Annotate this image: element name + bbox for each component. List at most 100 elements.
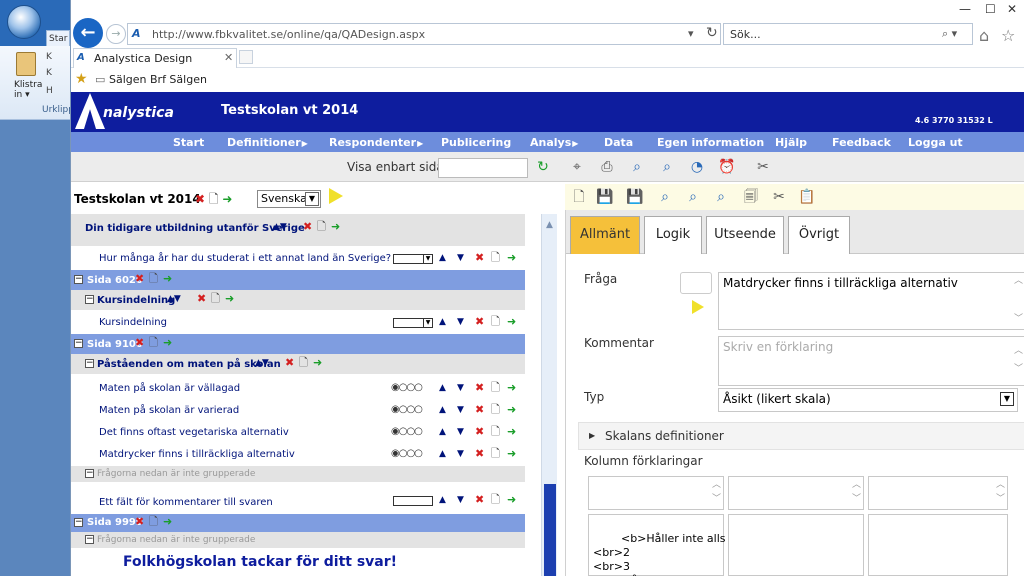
reload-icon[interactable]: ◔ bbox=[687, 157, 707, 177]
move-up-icon[interactable]: ▲ bbox=[439, 447, 446, 461]
tree-question[interactable]: Maten på skolan är vällagad ◉○○○ ▲ ▼ ✖ 🗋… bbox=[71, 378, 525, 400]
move-down-icon[interactable]: ▼ bbox=[457, 493, 464, 507]
collapse-icon[interactable]: − bbox=[85, 469, 94, 478]
move-down-icon[interactable]: ▼ bbox=[457, 251, 464, 265]
tree-group[interactable]: − Kursindelning ▲▼ ✖ 🗋 ➜ bbox=[71, 290, 525, 310]
ribbon-mini-1[interactable]: K bbox=[46, 52, 52, 62]
delete-icon[interactable]: ✖ bbox=[135, 336, 144, 350]
paste-icon[interactable]: 📋 bbox=[797, 187, 817, 207]
nav-publicering[interactable]: Publicering bbox=[441, 136, 512, 149]
document-icon[interactable]: 🗋 bbox=[211, 292, 220, 306]
arrow-right-icon[interactable]: ➜ bbox=[507, 493, 516, 507]
document-icon[interactable]: 🗋 bbox=[491, 381, 500, 395]
copy-icon[interactable]: 🗐 bbox=[741, 187, 761, 207]
paste-label[interactable]: Klistra in ▾ bbox=[14, 80, 48, 100]
scroll-down-icon[interactable]: ﹀ bbox=[996, 493, 1005, 505]
cut-icon[interactable]: ✂ bbox=[769, 187, 789, 207]
type-select[interactable]: Åsikt (likert skala) ▼ bbox=[718, 388, 1018, 412]
delete-icon[interactable]: ✖ bbox=[475, 315, 484, 329]
zoom-in-icon[interactable]: ⌕ bbox=[683, 187, 703, 207]
arrow-right-icon[interactable]: ➜ bbox=[225, 292, 234, 306]
tree-question[interactable]: Hur många år har du studerat i ett annat… bbox=[71, 248, 525, 270]
scale-definitions-toggle[interactable]: ▶ Skalans definitioner bbox=[578, 422, 1024, 450]
page-filter-input[interactable] bbox=[438, 158, 528, 178]
collapse-icon[interactable]: − bbox=[85, 295, 94, 304]
scroll-down-icon[interactable]: ﹀ bbox=[712, 493, 721, 505]
tree-question[interactable]: Det finns oftast vegetariska alternativ … bbox=[71, 422, 525, 444]
document-icon[interactable]: 🗋 bbox=[491, 425, 500, 439]
save-icon[interactable]: 💾 bbox=[595, 187, 615, 207]
refresh-icon[interactable]: ↻ bbox=[533, 157, 553, 177]
nav-egen-information[interactable]: Egen information bbox=[657, 136, 765, 149]
scroll-down-icon[interactable]: ﹀ bbox=[1014, 313, 1023, 325]
office-button[interactable] bbox=[7, 5, 41, 39]
zoom-page-icon[interactable]: ⌕ bbox=[655, 187, 675, 207]
document-icon[interactable]: 🗋 bbox=[149, 515, 158, 529]
nav-respondenter[interactable]: Respondenter▶ bbox=[329, 136, 423, 149]
minimize-icon[interactable]: — bbox=[959, 2, 971, 16]
arrow-right-icon[interactable]: ➜ bbox=[313, 356, 322, 370]
chevron-down-icon[interactable]: ▼ bbox=[305, 192, 319, 206]
tree-question[interactable]: Matdrycker finns i tillräckliga alternat… bbox=[71, 444, 525, 466]
favorites-star-icon[interactable]: ★ bbox=[75, 71, 88, 87]
scroll-up-icon[interactable]: ︿ bbox=[1014, 275, 1023, 287]
address-bar[interactable]: A http://www.fbkvalitet.se/online/qa/QAD… bbox=[127, 23, 721, 45]
collapse-icon[interactable]: − bbox=[74, 339, 83, 348]
move-up-icon[interactable]: ▲ bbox=[439, 251, 446, 265]
binoculars-icon[interactable]: ⌖ bbox=[567, 157, 587, 177]
scale-field-3[interactable] bbox=[868, 514, 1008, 576]
nav-data[interactable]: Data bbox=[604, 136, 634, 149]
url-text[interactable]: http://www.fbkvalitet.se/online/qa/QADes… bbox=[152, 28, 425, 41]
forward-button[interactable]: → bbox=[106, 24, 126, 44]
scale-text-field[interactable]: <b>Håller inte alls m <br>2 <br>3 <br>Hå… bbox=[588, 514, 740, 576]
delete-icon[interactable]: ✖ bbox=[285, 356, 294, 370]
delete-icon[interactable]: ✖ bbox=[475, 403, 484, 417]
delete-icon[interactable]: ✖ bbox=[475, 425, 484, 439]
zoom-edit-icon[interactable]: ⌕ bbox=[711, 187, 731, 207]
scroll-up-icon[interactable]: ︿ bbox=[712, 479, 721, 491]
tree-question[interactable]: Maten på skolan är varierad ◉○○○ ▲ ▼ ✖ 🗋… bbox=[71, 400, 525, 422]
tree-scrollbar[interactable]: ▲ bbox=[541, 214, 557, 576]
move-up-icon[interactable]: ▲ bbox=[439, 381, 446, 395]
delete-icon[interactable]: ✖ bbox=[135, 515, 144, 529]
document-icon[interactable]: 🗋 bbox=[209, 192, 219, 206]
delete-icon[interactable]: ✖ bbox=[475, 493, 484, 507]
search-dropdown-icon[interactable]: ▾ bbox=[688, 27, 694, 40]
arrow-right-icon[interactable]: ➜ bbox=[331, 220, 340, 234]
search-icon[interactable]: ⌕ ▾ bbox=[942, 27, 957, 41]
arrow-right-icon[interactable]: ➜ bbox=[507, 315, 516, 329]
delete-icon[interactable]: ✖ bbox=[135, 272, 144, 286]
arrow-right-icon[interactable]: ➜ bbox=[507, 381, 516, 395]
scroll-up-icon[interactable]: ︿ bbox=[852, 479, 861, 491]
tab-ovrigt[interactable]: Övrigt bbox=[788, 216, 850, 254]
delete-icon[interactable]: ✖ bbox=[195, 192, 205, 206]
tree-section[interactable]: − Sida 9999 ✖ 🗋 ➜ bbox=[71, 514, 525, 532]
document-icon[interactable]: 🗋 bbox=[491, 315, 500, 329]
tree-question[interactable]: Ett fält för kommentarer till svaren ▲ ▼… bbox=[71, 490, 525, 512]
comment-textarea[interactable]: Skriv en förklaring ︿ ﹀ bbox=[718, 336, 1024, 386]
arrow-right-icon[interactable]: ➜ bbox=[222, 192, 232, 206]
document-icon[interactable]: 🗋 bbox=[299, 356, 308, 370]
column-field-2[interactable]: ︿ ﹀ bbox=[728, 476, 864, 510]
arrow-right-icon[interactable]: ➜ bbox=[507, 447, 516, 461]
delete-icon[interactable]: ✖ bbox=[197, 292, 206, 306]
tab-utseende[interactable]: Utseende bbox=[706, 216, 784, 254]
document-icon[interactable]: 🗋 bbox=[149, 272, 158, 286]
arrow-right-icon[interactable]: ➜ bbox=[163, 515, 172, 529]
delete-icon[interactable]: ✖ bbox=[303, 220, 312, 234]
scroll-up-icon[interactable]: ︿ bbox=[996, 479, 1005, 491]
chevron-down-icon[interactable]: ▼ bbox=[1000, 392, 1014, 406]
collapse-icon[interactable]: − bbox=[74, 275, 83, 284]
move-up-icon[interactable]: ▲ bbox=[439, 315, 446, 329]
favorites-icon[interactable]: ☆ bbox=[1001, 26, 1015, 45]
document-icon[interactable]: 🗋 bbox=[491, 447, 500, 461]
tree-section[interactable]: − Sida 9100 ✖ 🗋 ➜ bbox=[71, 334, 525, 354]
nav-logga-ut[interactable]: Logga ut bbox=[908, 136, 964, 149]
close-icon[interactable]: ✕ bbox=[1007, 2, 1017, 16]
delete-icon[interactable]: ✖ bbox=[475, 251, 484, 265]
ribbon-mini-2[interactable]: K bbox=[46, 68, 52, 78]
move-down-icon[interactable]: ▼ bbox=[457, 447, 464, 461]
print-icon[interactable]: ⎙ bbox=[597, 157, 617, 177]
document-icon[interactable]: 🗋 bbox=[491, 403, 500, 417]
move-down-icon[interactable]: ▼ bbox=[457, 315, 464, 329]
